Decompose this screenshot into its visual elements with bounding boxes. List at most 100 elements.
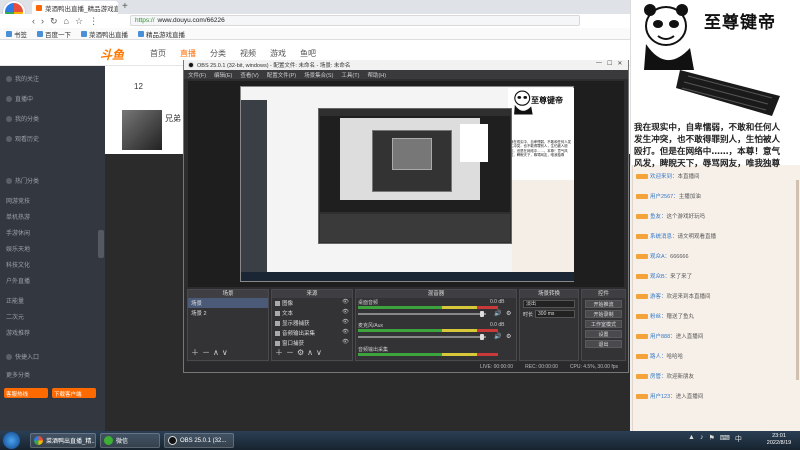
maximize-icon[interactable]: ☐ xyxy=(607,60,612,67)
volume-icon[interactable]: ♪ xyxy=(700,434,704,444)
eye-icon[interactable]: 👁 xyxy=(342,299,349,305)
scene-item[interactable]: 场景 xyxy=(188,298,268,308)
volume-slider-knob[interactable] xyxy=(480,311,484,317)
menu-dots-icon[interactable]: ⋮ xyxy=(89,16,98,27)
back-arrow-icon[interactable]: ‹ xyxy=(32,16,35,26)
refresh-icon[interactable]: ↻ xyxy=(50,16,58,27)
menu-file[interactable]: 文件(F) xyxy=(188,71,206,79)
source-toolbar[interactable]: ＋－⚙∧∨ xyxy=(275,347,325,358)
chat-username[interactable]: 游客： xyxy=(650,294,667,300)
eye-icon[interactable]: 👁 xyxy=(342,329,349,335)
bookmark-item[interactable]: 书签 xyxy=(6,29,27,39)
sidebar-item[interactable]: 二次元 xyxy=(6,312,24,321)
chat-scrollbar[interactable] xyxy=(796,180,799,380)
menu-edit[interactable]: 编辑(E) xyxy=(214,71,232,79)
gear-icon[interactable]: ⚙ xyxy=(506,333,511,340)
bookmark-star-icon[interactable]: ☆ xyxy=(75,16,83,27)
chat-username[interactable]: 观众A： xyxy=(650,254,670,260)
close-icon[interactable]: ✕ xyxy=(617,60,622,67)
sidebar-item[interactable]: 更多分类 xyxy=(6,370,30,379)
sidebar-item[interactable]: 娱乐天地 xyxy=(6,244,30,253)
volume-slider[interactable] xyxy=(358,313,486,315)
bookmark-item[interactable]: 菜酒鸭出直播 xyxy=(81,29,128,39)
taskbar-wechat[interactable]: 微信 xyxy=(100,433,160,448)
nav-video[interactable]: 视频 xyxy=(240,48,256,59)
studio-mode-button[interactable]: 工作室模式 xyxy=(585,320,622,328)
start-streaming-button[interactable]: 开始推流 xyxy=(585,300,622,308)
sidebar-item[interactable]: 网游竞技 xyxy=(6,196,30,205)
new-tab-button[interactable]: + xyxy=(122,1,128,12)
sidebar-item[interactable]: 我的分类 xyxy=(6,114,39,123)
keyboard-tray-icon[interactable]: ⌨ xyxy=(720,434,730,444)
chat-username[interactable]: 观众B： xyxy=(650,274,670,280)
nav-category[interactable]: 分类 xyxy=(210,48,226,59)
hotline-button[interactable]: 客服热线 xyxy=(4,388,48,398)
chat-username[interactable]: 用户123： xyxy=(650,394,676,400)
sidebar-item[interactable]: 我的关注 xyxy=(6,74,39,83)
menu-profile[interactable]: 配置文件(P) xyxy=(267,71,296,79)
bookmark-item[interactable]: 百度一下 xyxy=(37,29,71,39)
sidebar-item[interactable]: 直播中 xyxy=(6,94,33,103)
volume-slider-knob[interactable] xyxy=(480,334,484,340)
eye-icon[interactable]: 👁 xyxy=(342,319,349,325)
transition-select[interactable]: 淡出 xyxy=(523,300,575,308)
taskbar-browser[interactable]: 菜酒鸭出直播_精... xyxy=(30,433,96,448)
source-item[interactable]: 显示器捕获 👁 xyxy=(272,318,352,328)
forward-arrow-icon[interactable]: › xyxy=(41,16,44,26)
sidebar-item[interactable]: 户外直播 xyxy=(6,276,30,285)
eye-icon[interactable]: 👁 xyxy=(342,309,349,315)
chat-username[interactable]: 系统消息： xyxy=(650,234,678,240)
duration-input[interactable]: 300 ms xyxy=(535,310,575,318)
obs-title-bar[interactable]: OBS 25.0.1 (32-bit, windows) - 配置文件: 未命名… xyxy=(184,60,628,70)
browser-tab[interactable]: 菜酒鸭出直播_精品游戏直播 × xyxy=(32,1,118,14)
sidebar-item[interactable]: 正能量 xyxy=(6,296,24,305)
address-bar[interactable]: https:// www.douyu.com/66226 xyxy=(130,15,580,26)
input-method-icon[interactable]: 中 xyxy=(735,434,742,444)
flag-icon[interactable]: ⚑ xyxy=(708,434,714,444)
settings-button[interactable]: 设置 xyxy=(585,330,622,338)
chat-username[interactable]: 用户888： xyxy=(650,334,676,340)
exit-button[interactable]: 退出 xyxy=(585,340,622,348)
nav-fishbar[interactable]: 鱼吧 xyxy=(300,48,316,59)
sidebar-collapse-handle[interactable] xyxy=(98,230,104,258)
bookmark-item[interactable]: 精品游戏直播 xyxy=(138,29,185,39)
sidebar-item[interactable]: 手游休闲 xyxy=(6,228,30,237)
douyu-logo[interactable]: 斗鱼 xyxy=(100,46,124,63)
minimize-icon[interactable]: — xyxy=(596,60,602,67)
menu-view[interactable]: 查看(V) xyxy=(240,71,258,79)
streamer-thumbnail[interactable] xyxy=(122,110,162,150)
taskbar-clock[interactable]: 23:01 2022/8/19 xyxy=(760,433,798,447)
source-item[interactable]: 图像 👁 xyxy=(272,298,352,308)
speaker-icon[interactable]: 🔊 xyxy=(494,310,501,317)
start-button-icon[interactable] xyxy=(3,432,20,449)
sidebar-item[interactable]: 单机热游 xyxy=(6,212,30,221)
sidebar-item[interactable]: 热门分类 xyxy=(6,176,39,185)
sidebar-item[interactable]: 快捷入口 xyxy=(6,352,39,361)
speaker-icon[interactable]: 🔊 xyxy=(494,333,501,340)
chat-username[interactable]: 路人： xyxy=(650,354,667,360)
streamer-name[interactable]: 兄弟 xyxy=(165,113,181,124)
download-client-button[interactable]: 下载客户端 xyxy=(52,388,96,398)
sidebar-item[interactable]: 科技文化 xyxy=(6,260,30,269)
nav-games[interactable]: 游戏 xyxy=(270,48,286,59)
chat-username[interactable]: 欢迎来到： xyxy=(650,174,678,180)
volume-slider[interactable] xyxy=(358,336,486,338)
chat-username[interactable]: 用户2567： xyxy=(650,194,679,200)
menu-tools[interactable]: 工具(T) xyxy=(341,71,359,79)
nav-home[interactable]: 首页 xyxy=(150,48,166,59)
menu-scene-collection[interactable]: 场景集合(S) xyxy=(304,71,333,79)
tray-expand-icon[interactable]: ▲ xyxy=(688,434,695,444)
nav-live[interactable]: 直播 xyxy=(180,48,196,59)
sidebar-item[interactable]: 观看历史 xyxy=(6,134,39,143)
eye-icon[interactable]: 👁 xyxy=(342,339,349,345)
start-recording-button[interactable]: 开始录制 xyxy=(585,310,622,318)
chat-username[interactable]: 房管： xyxy=(650,374,667,380)
chat-username[interactable]: 粉丝： xyxy=(650,314,667,320)
home-icon[interactable]: ⌂ xyxy=(64,16,69,26)
source-item[interactable]: 文本 👁 xyxy=(272,308,352,318)
scene-item[interactable]: 场景 2 xyxy=(188,308,268,318)
menu-help[interactable]: 帮助(H) xyxy=(367,71,386,79)
sidebar-item[interactable]: 游戏推荐 xyxy=(6,328,30,337)
source-item[interactable]: 音频输出采集 👁 xyxy=(272,328,352,338)
taskbar-obs[interactable]: OBS 25.0.1 (32... xyxy=(164,433,234,448)
